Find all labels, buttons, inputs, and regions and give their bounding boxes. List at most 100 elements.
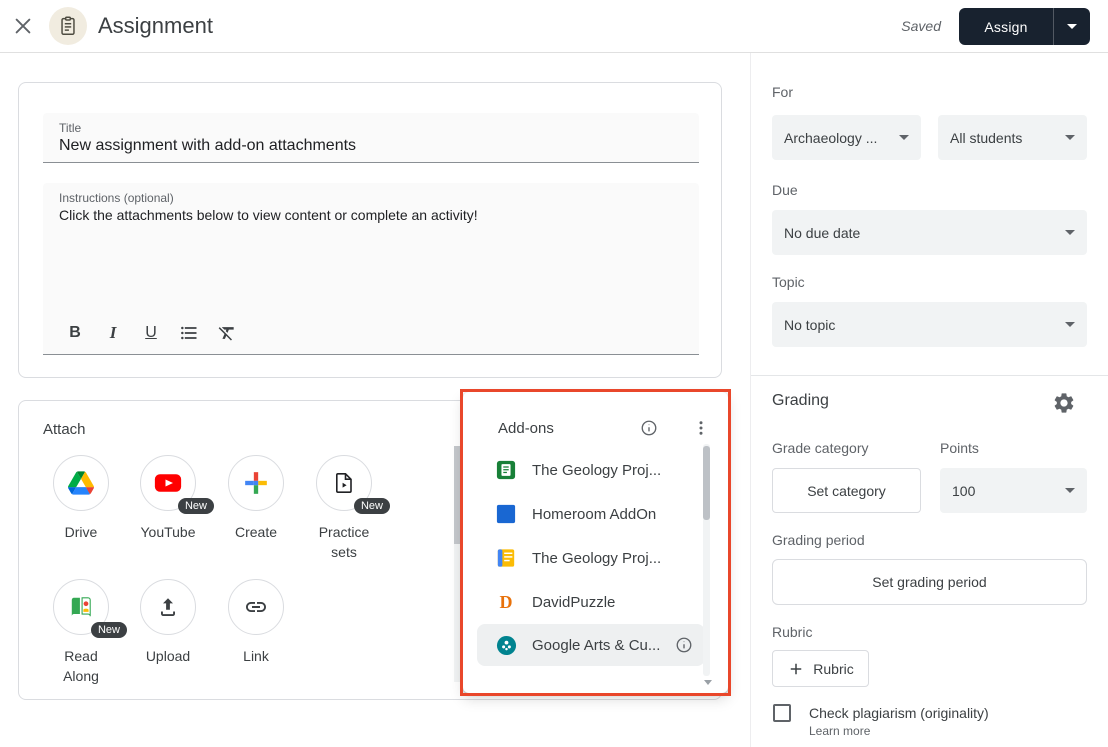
link-icon: [228, 579, 284, 635]
class-select[interactable]: Archaeology ...: [772, 115, 921, 160]
attach-heading: Attach: [43, 421, 86, 438]
add-rubric-button[interactable]: Rubric: [772, 650, 869, 687]
attach-drive-button[interactable]: Drive: [37, 455, 125, 542]
plagiarism-checkbox[interactable]: [773, 704, 791, 722]
saved-status: Saved: [901, 18, 941, 34]
topic-select-value: No topic: [784, 317, 835, 333]
scroll-down-arrow-icon[interactable]: [704, 680, 712, 685]
addon-row-geology-2[interactable]: The Geology Proj...: [477, 536, 705, 580]
notebook-app-icon: [495, 547, 517, 569]
students-select[interactable]: All students: [938, 115, 1087, 160]
due-date-select[interactable]: No due date: [772, 210, 1087, 255]
attach-scrollbar-thumb[interactable]: [454, 446, 462, 544]
set-grading-period-button[interactable]: Set grading period: [772, 559, 1087, 605]
assignment-form-card: Title New assignment with add-on attachm…: [18, 82, 722, 378]
attach-label: Practice sets: [311, 522, 377, 562]
addon-row-geology-1[interactable]: The Geology Proj...: [477, 448, 705, 492]
addon-label: The Geology Proj...: [532, 550, 661, 567]
info-icon[interactable]: [640, 419, 658, 437]
for-label: For: [772, 84, 793, 100]
chevron-down-icon: [899, 135, 909, 140]
section-divider: [751, 375, 1108, 376]
plagiarism-label: Check plagiarism (originality): [809, 705, 989, 721]
new-badge: New: [91, 622, 127, 638]
new-badge: New: [178, 498, 214, 514]
chevron-down-icon: [1065, 135, 1075, 140]
drive-icon: [53, 455, 109, 511]
attach-youtube-button[interactable]: YouTube New: [124, 455, 212, 542]
assignment-clipboard-icon: [49, 7, 87, 45]
addon-label: The Geology Proj...: [532, 462, 661, 479]
chevron-down-icon: [1065, 322, 1075, 327]
attach-label: Upload: [146, 646, 190, 666]
due-label: Due: [772, 182, 798, 198]
set-category-button[interactable]: Set category: [772, 468, 921, 513]
attach-link-button[interactable]: Link: [212, 579, 300, 666]
instructions-field[interactable]: Instructions (optional) Click the attach…: [43, 183, 699, 355]
clear-formatting-icon[interactable]: [213, 320, 241, 346]
points-select[interactable]: 100: [940, 468, 1087, 513]
learn-more-link[interactable]: Learn more: [809, 724, 870, 738]
points-label: Points: [940, 440, 979, 456]
underline-icon[interactable]: U: [137, 320, 165, 346]
formatting-toolbar: B I U: [61, 320, 241, 346]
bold-icon[interactable]: B: [61, 320, 89, 346]
chevron-down-icon: [1065, 230, 1075, 235]
title-field-label: Title: [43, 113, 699, 135]
geology-app-icon: [495, 459, 517, 481]
chevron-down-icon: [1065, 488, 1075, 493]
title-field[interactable]: Title New assignment with add-on attachm…: [43, 113, 699, 163]
attach-label: YouTube: [140, 522, 195, 542]
rubric-button-label: Rubric: [813, 661, 853, 677]
topic-select[interactable]: No topic: [772, 302, 1087, 347]
attach-create-button[interactable]: Create: [212, 455, 300, 542]
topic-label: Topic: [772, 274, 805, 290]
addon-row-davidpuzzle[interactable]: D DavidPuzzle: [477, 580, 705, 624]
addon-row-arts-culture[interactable]: Google Arts & Cu...: [477, 624, 705, 666]
grade-category-label: Grade category: [772, 440, 869, 456]
close-icon[interactable]: [12, 15, 34, 37]
addons-scrollbar-thumb[interactable]: [703, 446, 710, 520]
addon-label: Google Arts & Cu...: [532, 637, 660, 654]
addon-row-homeroom[interactable]: Homeroom AddOn: [477, 492, 705, 536]
attach-label: Create: [235, 522, 277, 542]
davidpuzzle-app-icon: D: [495, 591, 517, 613]
arts-culture-app-icon: [495, 634, 517, 656]
points-value: 100: [952, 483, 975, 499]
bulleted-list-icon[interactable]: [175, 320, 203, 346]
info-icon[interactable]: [675, 636, 693, 654]
new-badge: New: [354, 498, 390, 514]
attach-label: Drive: [65, 522, 98, 542]
top-bar: Assignment Saved Assign: [0, 0, 1108, 53]
assign-split-button: Assign: [959, 8, 1090, 45]
attach-upload-button[interactable]: Upload: [124, 579, 212, 666]
assign-button[interactable]: Assign: [959, 8, 1053, 45]
attach-label: Link: [243, 646, 269, 666]
due-date-value: No due date: [784, 225, 860, 241]
addons-title: Add-ons: [498, 420, 554, 437]
upload-icon: [140, 579, 196, 635]
addons-scrollbar[interactable]: [703, 444, 710, 676]
addon-label: DavidPuzzle: [532, 594, 615, 611]
plus-icon: [787, 660, 805, 678]
italic-icon[interactable]: I: [99, 320, 127, 346]
grading-section-title: Grading: [772, 392, 829, 410]
homeroom-app-icon: [495, 503, 517, 525]
assign-dropdown-button[interactable]: [1053, 8, 1090, 45]
attach-label: Read Along: [48, 646, 114, 686]
attach-practice-sets-button[interactable]: Practice sets New: [300, 455, 388, 562]
rubric-label: Rubric: [772, 624, 812, 640]
gear-icon[interactable]: [1052, 391, 1076, 415]
grading-period-label: Grading period: [772, 532, 865, 548]
instructions-field-label: Instructions (optional): [43, 183, 699, 205]
set-grading-period-label: Set grading period: [872, 574, 986, 590]
instructions-field-value[interactable]: Click the attachments below to view cont…: [43, 205, 699, 223]
addon-label: Homeroom AddOn: [532, 506, 656, 523]
kebab-menu-icon[interactable]: [691, 418, 711, 438]
addons-popup: Add-ons The Geology Proj... Homeroom Add…: [463, 392, 728, 693]
attach-read-along-button[interactable]: Read Along New: [37, 579, 125, 686]
attach-scrollbar[interactable]: [454, 446, 462, 682]
assignment-editor-screen: Assignment Saved Assign Title New assign…: [0, 0, 1108, 747]
title-field-value[interactable]: New assignment with add-on attachments: [43, 135, 699, 155]
set-category-label: Set category: [807, 483, 886, 499]
